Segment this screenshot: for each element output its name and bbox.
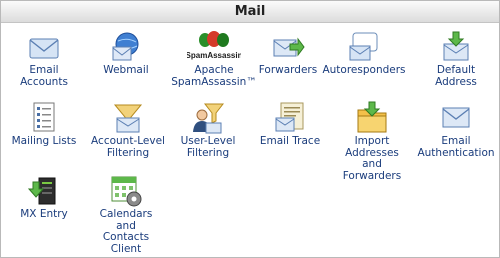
email-authentication-label: Email Authentication [417,135,495,159]
mailing-lists-link[interactable]: Mailing Lists [1,101,87,148]
email-accounts-link[interactable]: Email Accounts [1,30,87,88]
panel-title: Mail [1,1,499,23]
email-authentication-icon [439,101,473,135]
user-level-filtering-label: User-Level Filtering [180,135,236,159]
default-address-label: Default Address [435,64,477,88]
spamassassin-icon: SpamAssassin [187,30,241,64]
mail-panel: Mail Email Accounts Webmail SpamAssassin… [0,0,500,258]
account-filtering-icon [111,101,145,135]
mailing-lists-label: Mailing Lists [11,135,77,147]
email-authentication-link[interactable]: Email Authentication [413,101,499,159]
calendar-icon [109,174,143,208]
default-address-icon [439,30,473,64]
import-addresses-label: Import Addresses and Forwarders [342,135,402,182]
email-trace-icon [273,101,307,135]
email-accounts-icon [27,30,61,64]
user-level-filtering-link[interactable]: User-Level Filtering [165,101,251,159]
mx-entry-label: MX Entry [20,208,68,220]
webmail-icon [109,30,143,64]
default-address-link[interactable]: Default Address [413,30,499,88]
forwarders-label: Forwarders [258,64,318,76]
autoresponders-icon [347,30,381,64]
calendars-contacts-label: Calendars and Contacts Client [99,208,153,255]
email-accounts-label: Email Accounts [20,64,68,88]
mx-entry-icon [27,174,61,208]
user-filtering-icon [191,101,225,135]
svg-text:SpamAssassin: SpamAssassin [187,51,241,60]
mailing-lists-icon [27,101,61,135]
calendars-contacts-link[interactable]: Calendars and Contacts Client [83,174,169,255]
autoresponders-label: Autoresponders [322,64,406,76]
webmail-label: Webmail [103,64,149,76]
account-level-filtering-link[interactable]: Account-Level Filtering [85,101,171,159]
email-trace-label: Email Trace [259,135,321,147]
webmail-link[interactable]: Webmail [83,30,169,77]
account-level-filtering-label: Account-Level Filtering [91,135,165,159]
import-addresses-link[interactable]: Import Addresses and Forwarders [329,101,415,182]
forwarders-link[interactable]: Forwarders [245,30,331,77]
email-trace-link[interactable]: Email Trace [247,101,333,148]
forwarders-icon [271,30,305,64]
import-icon [355,101,389,135]
mx-entry-link[interactable]: MX Entry [1,174,87,221]
autoresponders-link[interactable]: Autoresponders [321,30,407,77]
